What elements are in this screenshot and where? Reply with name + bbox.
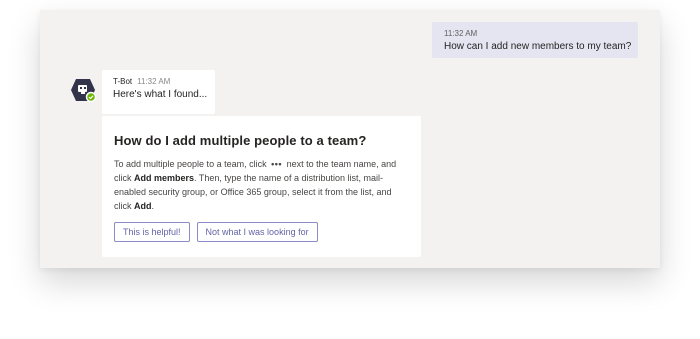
not-helpful-button[interactable]: Not what I was looking for — [196, 222, 318, 242]
card-actions: This is helpful! Not what I was looking … — [114, 222, 318, 242]
chat-window: 11:32 AM How can I add new members to my… — [40, 10, 660, 268]
card-body-text-1: To add multiple people to a team, click — [114, 159, 267, 169]
bot-message-header: T-Bot 11:32 AM — [113, 76, 215, 87]
bot-avatar-graphic — [71, 79, 97, 103]
add-term: Add — [134, 201, 152, 211]
more-options-icon: ••• — [271, 159, 283, 169]
card-body-text-4: . — [151, 201, 155, 211]
helpful-button[interactable]: This is helpful! — [114, 222, 190, 242]
bot-message-timestamp: 11:32 AM — [137, 77, 171, 86]
user-message-text: How can I add new members to my team? — [444, 41, 632, 52]
card-title: How do I add multiple people to a team? — [114, 133, 367, 148]
bot-sender-name: T-Bot — [113, 77, 133, 86]
bot-message-text: Here's what I found... — [113, 89, 208, 100]
add-members-term: Add members — [134, 173, 195, 183]
card-body: To add multiple people to a team, click … — [114, 157, 410, 213]
bot-message-bubble: T-Bot 11:32 AM Here's what I found... — [102, 70, 215, 114]
user-message-bubble: 11:32 AM How can I add new members to my… — [432, 22, 638, 58]
answer-card: How do I add multiple people to a team? … — [102, 116, 421, 257]
user-message-timestamp: 11:32 AM — [444, 29, 478, 38]
bot-avatar-icon[interactable] — [70, 77, 97, 103]
available-check-icon — [85, 91, 97, 103]
